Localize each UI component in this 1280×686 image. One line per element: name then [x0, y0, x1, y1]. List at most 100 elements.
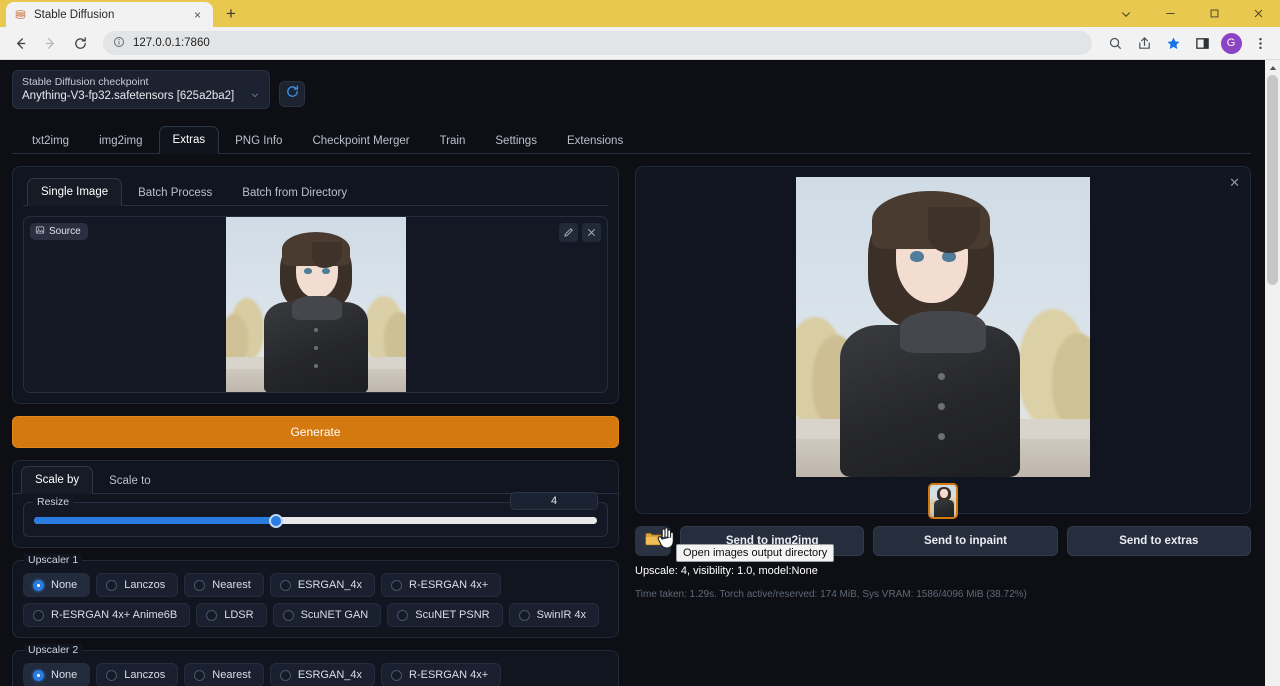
pencil-icon[interactable] — [559, 223, 578, 242]
output-image[interactable] — [796, 177, 1090, 477]
resize-value-input[interactable]: 4 — [510, 492, 598, 510]
open-output-directory-button[interactable] — [635, 526, 671, 556]
source-image-dropzone[interactable]: Source — [23, 216, 608, 393]
tab-strip: Stable Diffusion × + — [0, 0, 1280, 27]
upscaler1-option-scunet-gan[interactable]: ScuNET GAN — [273, 603, 382, 627]
tab-extras[interactable]: Extras — [159, 126, 220, 154]
output-close-button[interactable]: ✕ — [1229, 175, 1240, 191]
tab-scale-to[interactable]: Scale to — [95, 467, 165, 494]
folder-icon — [645, 532, 662, 551]
avatar-initial: G — [1221, 33, 1242, 54]
radio-label: None — [51, 669, 77, 681]
upscaler1-option-esrgan-4x[interactable]: ESRGAN_4x — [270, 573, 375, 597]
reload-button[interactable] — [66, 29, 94, 57]
star-icon[interactable] — [1159, 29, 1187, 57]
send-to-img2img-button[interactable]: Send to img2img — [680, 526, 864, 556]
subtab-batch-from-directory[interactable]: Batch from Directory — [228, 179, 361, 206]
single-image-panel: Single Image Batch Process Batch from Di… — [12, 166, 619, 404]
upscaler1-option-lanczos[interactable]: Lanczos — [96, 573, 178, 597]
resize-slider[interactable] — [34, 517, 597, 524]
window-minimize-button[interactable] — [1148, 0, 1192, 27]
avatar[interactable]: G — [1217, 29, 1245, 57]
upscaler2-option-esrgan-4x[interactable]: ESRGAN_4x — [270, 663, 375, 686]
output-gallery-panel: ✕ — [635, 166, 1251, 514]
new-tab-button[interactable]: + — [218, 2, 244, 26]
subtab-single-image[interactable]: Single Image — [27, 178, 122, 206]
upscaler2-option-none[interactable]: None — [23, 663, 90, 686]
upscaler-1-options: None Lanczos Nearest ESRGAN_4x R-ESRGAN … — [23, 573, 608, 627]
source-badge: Source — [30, 223, 88, 240]
radio-label: Nearest — [212, 669, 251, 681]
source-badge-label: Source — [49, 226, 81, 237]
left-column: Single Image Batch Process Batch from Di… — [12, 166, 619, 686]
scrollbar-thumb[interactable] — [1267, 75, 1278, 285]
resize-slider-thumb[interactable] — [269, 514, 283, 528]
radio-dot-icon — [33, 670, 44, 681]
upscaler2-option-lanczos[interactable]: Lanczos — [96, 663, 178, 686]
radio-dot-icon — [391, 580, 402, 591]
upscaler1-option-nearest[interactable]: Nearest — [184, 573, 264, 597]
upscaler2-option-r-esrgan-4x[interactable]: R-ESRGAN 4x+ — [381, 663, 501, 686]
sidebar-icon[interactable] — [1188, 29, 1216, 57]
page-viewport: Stable Diffusion checkpoint Anything-V3-… — [0, 60, 1280, 686]
tab-close-button[interactable]: × — [190, 7, 205, 22]
window-maximize-button[interactable] — [1192, 0, 1236, 27]
tab-search-chevron-icon[interactable] — [1104, 0, 1148, 27]
upscaler-2-label: Upscaler 2 — [24, 644, 82, 656]
upscaler1-option-r-esrgan-anime6b[interactable]: R-ESRGAN 4x+ Anime6B — [23, 603, 190, 627]
page-scrollbar[interactable] — [1265, 60, 1280, 686]
browser-tab-title: Stable Diffusion — [34, 9, 183, 21]
output-thumbnail[interactable] — [928, 483, 958, 519]
chevron-down-icon — [250, 90, 260, 102]
checkpoint-label: Stable Diffusion checkpoint — [22, 76, 260, 88]
radio-dot-icon — [391, 670, 402, 681]
share-icon[interactable] — [1130, 29, 1158, 57]
checkpoint-value: Anything-V3-fp32.safetensors [625a2ba2] — [22, 90, 234, 102]
window-close-button[interactable] — [1236, 0, 1280, 27]
back-button[interactable] — [6, 29, 34, 57]
source-image — [226, 216, 406, 393]
radio-dot-icon — [194, 670, 205, 681]
scroll-up-button[interactable] — [1265, 60, 1280, 75]
radio-label: ESRGAN_4x — [298, 669, 362, 681]
browser-toolbar: 127.0.0.1:7860 G — [0, 27, 1280, 60]
generate-button[interactable]: Generate — [12, 416, 619, 448]
radio-label: None — [51, 579, 77, 591]
tab-txt2img[interactable]: txt2img — [18, 127, 83, 154]
checkpoint-row: Stable Diffusion checkpoint Anything-V3-… — [12, 70, 1251, 109]
browser-menu-button[interactable] — [1246, 29, 1274, 57]
address-bar-url: 127.0.0.1:7860 — [133, 37, 210, 49]
tab-png-info[interactable]: PNG Info — [221, 127, 296, 154]
output-thumbnail-strip — [646, 483, 1240, 519]
forward-button[interactable] — [36, 29, 64, 57]
subtab-batch-process[interactable]: Batch Process — [124, 179, 226, 206]
tab-checkpoint-merger[interactable]: Checkpoint Merger — [298, 127, 423, 154]
browser-tab-stable-diffusion[interactable]: Stable Diffusion × — [6, 2, 213, 27]
address-bar[interactable]: 127.0.0.1:7860 — [103, 31, 1092, 55]
send-to-inpaint-button[interactable]: Send to inpaint — [873, 526, 1057, 556]
tab-scale-by[interactable]: Scale by — [21, 466, 93, 494]
tab-extensions[interactable]: Extensions — [553, 127, 637, 154]
upscaler1-option-none[interactable]: None — [23, 573, 90, 597]
right-column: ✕ — [635, 166, 1251, 686]
close-icon[interactable] — [582, 223, 601, 242]
tab-img2img[interactable]: img2img — [85, 127, 156, 154]
checkpoint-dropdown[interactable]: Stable Diffusion checkpoint Anything-V3-… — [12, 70, 270, 109]
upscaler1-option-ldsr[interactable]: LDSR — [196, 603, 266, 627]
upscaler-1-label: Upscaler 1 — [24, 554, 82, 566]
refresh-checkpoints-button[interactable] — [279, 81, 305, 107]
radio-label: ScuNET GAN — [301, 609, 369, 621]
radio-label: R-ESRGAN 4x+ — [409, 669, 488, 681]
search-icon[interactable] — [1101, 29, 1129, 57]
upscaler1-option-scunet-psnr[interactable]: ScuNET PSNR — [387, 603, 502, 627]
send-to-extras-button[interactable]: Send to extras — [1067, 526, 1251, 556]
tab-train[interactable]: Train — [426, 127, 480, 154]
radio-dot-icon — [397, 610, 408, 621]
radio-dot-icon — [33, 610, 44, 621]
upscaler1-option-r-esrgan-4x[interactable]: R-ESRGAN 4x+ — [381, 573, 501, 597]
upscaler1-option-swinir-4x[interactable]: SwinIR 4x — [509, 603, 600, 627]
upscaler2-option-nearest[interactable]: Nearest — [184, 663, 264, 686]
tab-settings[interactable]: Settings — [481, 127, 551, 154]
radio-label: R-ESRGAN 4x+ — [409, 579, 488, 591]
radio-dot-icon — [206, 610, 217, 621]
